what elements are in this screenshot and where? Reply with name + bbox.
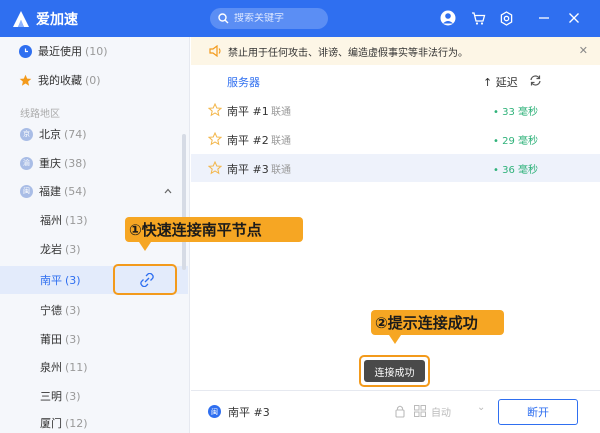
sidebar-item-count: (54) [64,184,87,198]
sidebar-item-region[interactable]: 渝 重庆 (38) [0,152,188,174]
server-latency: 33 毫秒 [493,103,538,118]
sidebar-item-label: 我的收藏 [38,74,82,87]
server-row[interactable]: 南平 #1 联通 33 毫秒 [191,96,600,124]
lock-icon[interactable] [393,404,407,418]
toast-connected: 连接成功 [364,360,425,382]
mode-select[interactable]: 自动 [431,404,451,419]
server-latency: 29 毫秒 [493,132,538,147]
star-icon [19,74,32,87]
sidebar-item-label: 重庆 [39,157,61,170]
favorite-star-icon[interactable] [208,103,222,117]
annotation-step-1: ①快速连接南平节点 [125,217,303,242]
search-box[interactable] [210,8,328,29]
current-region-badge: 闽 [208,405,221,418]
clock-icon [19,44,32,58]
sidebar-item-region[interactable]: 京 北京 (74) [0,123,188,145]
sidebar-item-city[interactable]: 泉州 (11) [0,356,188,378]
sidebar-item-label: 福州 [40,214,62,227]
sidebar-item-count: (0) [85,73,101,87]
server-name: 南平 #2 [227,134,269,147]
sidebar-item-count: (3) [65,303,81,317]
sidebar-item-label: 莆田 [40,333,62,346]
chevron-down-icon[interactable]: ⌄ [477,402,485,413]
connection-bar: 闽 南平 #3 自动 ⌄ 断开 [191,390,600,433]
sidebar-item-count: (3) [65,273,81,287]
server-isp: 联通 [271,107,291,118]
minimize-icon[interactable] [536,10,552,26]
annotation-arrow-1 [139,242,151,251]
annotation-step-2: ②提示连接成功 [371,310,504,335]
sidebar-item-label: 厦门 [40,417,62,430]
sidebar-item-count: (10) [85,44,108,58]
notice-banner: 禁止用于任何攻击、诽谤、编造虚假事实等非法行为。 ✕ [191,37,600,65]
sidebar-item-count: (3) [65,242,81,256]
section-label: 线路地区 [20,109,60,120]
refresh-icon[interactable] [529,74,542,87]
region-badge: 渝 [20,156,33,170]
current-server-name: 南平 #3 [228,406,270,419]
sidebar-item-region[interactable]: 闽 福建 (54) [0,180,188,202]
speaker-icon [209,45,221,57]
chevron-up-icon[interactable] [164,188,172,194]
sidebar-scrollbar[interactable] [182,134,186,270]
favorite-star-icon[interactable] [208,132,222,146]
search-icon [218,13,229,24]
sidebar-item-label: 南平 [40,274,62,287]
sidebar-item-label: 三明 [40,390,62,403]
sidebar-item-count: (12) [65,416,88,430]
sidebar-item-label: 龙岩 [40,243,62,256]
title-bar: 爱加速 [0,0,600,37]
column-latency-label: 延迟 [495,76,518,89]
sidebar-item-label: 福建 [39,185,61,198]
sidebar-item-city[interactable]: 三明 (3) [0,385,188,407]
sidebar-item-label: 北京 [39,128,61,141]
annotation-arrow-2 [389,335,401,344]
sidebar-item-label: 宁德 [40,304,62,317]
disconnect-button[interactable]: 断开 [498,399,578,425]
sidebar-item-count: (11) [65,360,88,374]
user-avatar-icon[interactable] [440,10,456,26]
cart-icon[interactable] [470,10,486,26]
region-badge: 闽 [20,184,33,198]
server-latency: 36 毫秒 [493,161,538,176]
column-latency[interactable]: ↑ 延迟 [483,74,518,90]
sidebar-item-label: 泉州 [40,361,62,374]
notice-text: 禁止用于任何攻击、诽谤、编造虚假事实等非法行为。 [228,47,468,59]
server-row-selected[interactable]: 南平 #3 联通 36 毫秒 [191,154,600,182]
search-input[interactable] [234,13,324,24]
column-server[interactable]: 服务器 [227,74,260,90]
grid-mode-icon[interactable] [413,404,427,418]
sidebar-item-city[interactable]: 宁德 (3) [0,299,188,321]
notice-close-icon[interactable]: ✕ [579,44,588,57]
sidebar-item-count: (38) [64,156,87,170]
close-icon[interactable] [566,10,582,26]
sidebar-item-count: (13) [65,213,88,227]
server-name: 南平 #3 [227,163,269,176]
server-name: 南平 #1 [227,105,269,118]
favorite-star-icon[interactable] [208,161,222,175]
app-name: 爱加速 [36,12,78,28]
sidebar-item-count: (74) [64,127,87,141]
sidebar-item-favorites[interactable]: 我的收藏 (0) [0,69,188,91]
sidebar-item-city[interactable]: 莆田 (3) [0,328,188,350]
sidebar-item-recent[interactable]: 最近使用 (10) [0,40,188,62]
app-logo: 爱加速 [12,9,78,29]
sort-arrow-icon: ↑ [483,76,496,89]
sidebar-item-count: (3) [65,332,81,346]
region-badge: 京 [20,127,33,141]
sidebar-item-city[interactable]: 厦门 (12) [0,414,188,432]
server-table-header: 服务器 ↑ 延迟 [191,68,600,94]
sidebar-item-count: (3) [65,389,81,403]
server-isp: 联通 [271,136,291,147]
logo-icon [13,11,29,27]
server-row[interactable]: 南平 #2 联通 29 毫秒 [191,125,600,153]
annotation-highlight-quick-connect [113,264,177,295]
server-isp: 联通 [271,165,291,176]
sidebar-item-label: 最近使用 [38,45,82,58]
gear-icon[interactable] [498,10,514,26]
